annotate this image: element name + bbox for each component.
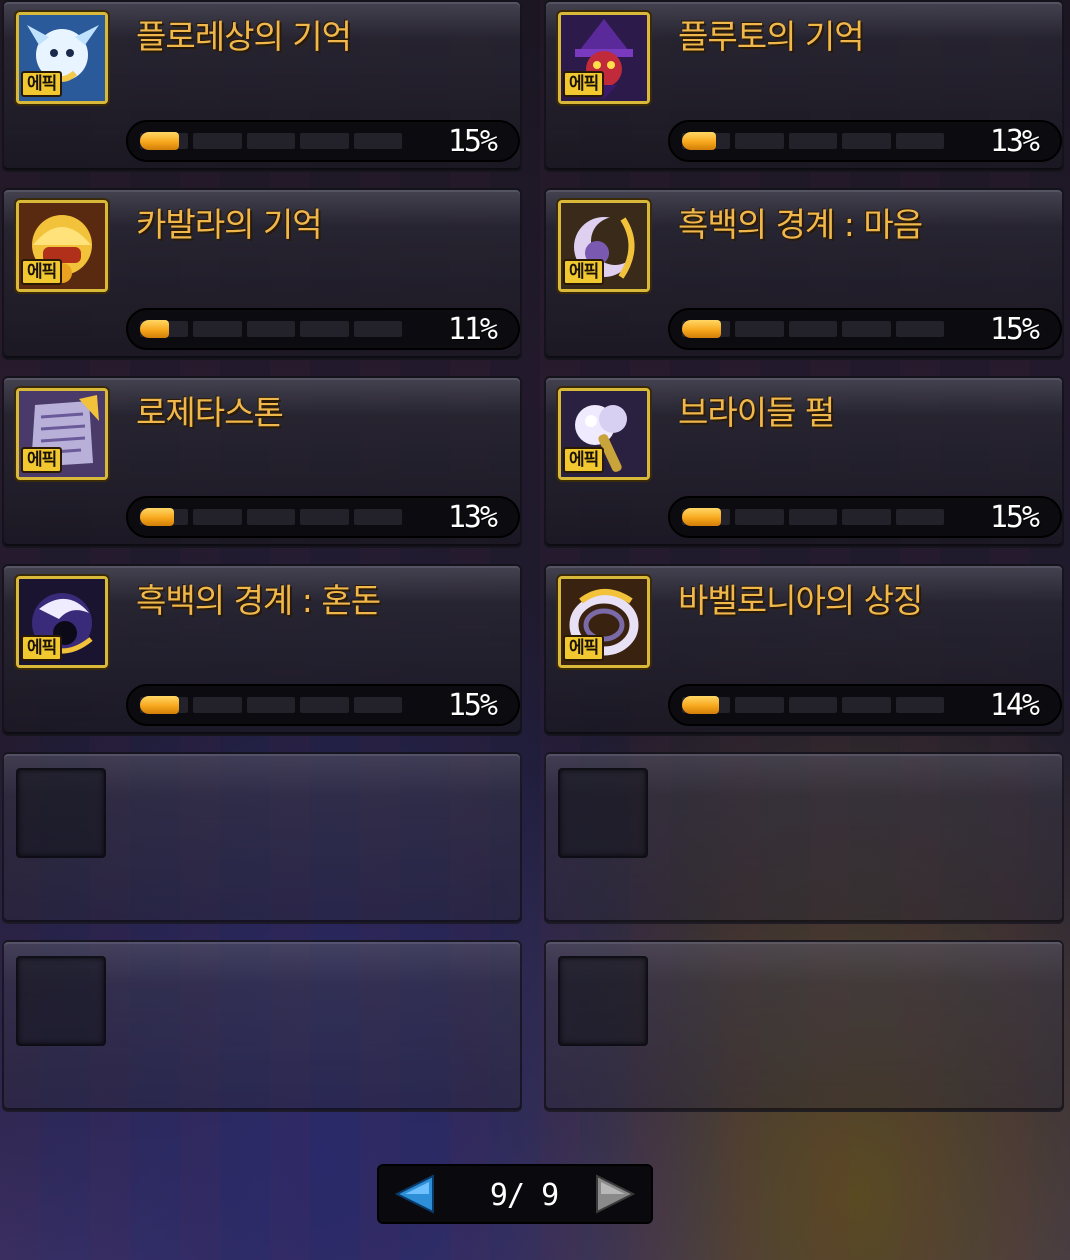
progress-bar: 15% bbox=[126, 684, 520, 726]
page-indicator: 9/ 9 bbox=[469, 1178, 579, 1213]
progress-percent: 13% bbox=[989, 124, 1040, 159]
total-pages: 9 bbox=[541, 1178, 559, 1213]
empty-card bbox=[2, 752, 522, 924]
progress-bar: 11% bbox=[126, 308, 520, 350]
epic-badge: 에픽 bbox=[21, 259, 63, 285]
empty-slot bbox=[16, 956, 106, 1046]
item-name: 플로레상의 기억 bbox=[136, 17, 352, 56]
progress-bar: 15% bbox=[668, 496, 1062, 538]
progress-fill bbox=[140, 320, 169, 338]
empty-slot bbox=[558, 956, 648, 1046]
item-name: 흑백의 경계 : 마음 bbox=[678, 205, 923, 244]
page-separator: / bbox=[506, 1178, 525, 1213]
collection-card[interactable]: 에픽 로제타스톤 13% bbox=[2, 376, 522, 548]
collection-card[interactable]: 에픽 흑백의 경계 : 혼돈 15% bbox=[2, 564, 522, 736]
progress-bar: 15% bbox=[126, 120, 520, 162]
empty-slot bbox=[16, 768, 106, 858]
arrow-left-icon[interactable] bbox=[393, 1174, 443, 1214]
progress-percent: 15% bbox=[989, 500, 1040, 535]
epic-badge: 에픽 bbox=[563, 635, 605, 661]
golden-helmet-icon: 에픽 bbox=[16, 200, 108, 292]
progress-bar: 13% bbox=[668, 120, 1062, 162]
progress-percent: 15% bbox=[989, 312, 1040, 347]
empty-slot bbox=[558, 768, 648, 858]
item-name: 흑백의 경계 : 혼돈 bbox=[136, 581, 381, 620]
progress-fill bbox=[682, 132, 716, 150]
babelonia-ring-icon: 에픽 bbox=[558, 576, 650, 668]
collection-card[interactable]: 에픽 플루토의 기억 13% bbox=[544, 0, 1064, 172]
progress-fill bbox=[140, 132, 179, 150]
collection-card[interactable]: 에픽 카발라의 기억 11% bbox=[2, 188, 522, 360]
empty-card bbox=[544, 940, 1064, 1112]
collection-card[interactable]: 에픽 플로레상의 기억 15% bbox=[2, 0, 522, 172]
epic-badge: 에픽 bbox=[21, 447, 63, 473]
arrow-right-icon[interactable] bbox=[587, 1174, 637, 1214]
progress-percent: 11% bbox=[447, 312, 498, 347]
progress-percent: 15% bbox=[447, 688, 498, 723]
progress-fill bbox=[140, 696, 179, 714]
progress-fill bbox=[682, 320, 721, 338]
crescent-orb-icon: 에픽 bbox=[558, 200, 650, 292]
collection-card[interactable]: 에픽 브라이들 펄 15% bbox=[544, 376, 1064, 548]
epic-badge: 에픽 bbox=[21, 635, 63, 661]
progress-bar: 15% bbox=[668, 308, 1062, 350]
empty-card bbox=[544, 752, 1064, 924]
progress-percent: 15% bbox=[447, 124, 498, 159]
current-page: 9 bbox=[489, 1178, 508, 1213]
epic-badge: 에픽 bbox=[563, 447, 605, 473]
empty-card bbox=[2, 940, 522, 1112]
rosetta-stone-icon: 에픽 bbox=[16, 388, 108, 480]
pluto-mage-icon: 에픽 bbox=[558, 12, 650, 104]
item-name: 카발라의 기억 bbox=[136, 205, 323, 244]
item-name: 로제타스톤 bbox=[136, 393, 284, 432]
collection-card[interactable]: 에픽 바벨로니아의 상징 14% bbox=[544, 564, 1064, 736]
epic-badge: 에픽 bbox=[563, 259, 605, 285]
item-name: 브라이들 펄 bbox=[678, 393, 835, 432]
progress-bar: 13% bbox=[126, 496, 520, 538]
pearl-mace-icon: 에픽 bbox=[558, 388, 650, 480]
epic-badge: 에픽 bbox=[563, 71, 605, 97]
progress-fill bbox=[682, 508, 721, 526]
collection-card[interactable]: 에픽 흑백의 경계 : 마음 15% bbox=[544, 188, 1064, 360]
dragon-spirit-icon: 에픽 bbox=[16, 12, 108, 104]
item-name: 플루토의 기억 bbox=[678, 17, 865, 56]
progress-bar: 14% bbox=[668, 684, 1062, 726]
progress-fill bbox=[682, 696, 719, 714]
progress-fill bbox=[140, 508, 174, 526]
progress-percent: 14% bbox=[989, 688, 1040, 723]
progress-percent: 13% bbox=[447, 500, 498, 535]
item-name: 바벨로니아의 상징 bbox=[678, 581, 923, 620]
epic-badge: 에픽 bbox=[21, 71, 63, 97]
pagination: 9/ 9 bbox=[377, 1164, 653, 1224]
chaos-orb-icon: 에픽 bbox=[16, 576, 108, 668]
